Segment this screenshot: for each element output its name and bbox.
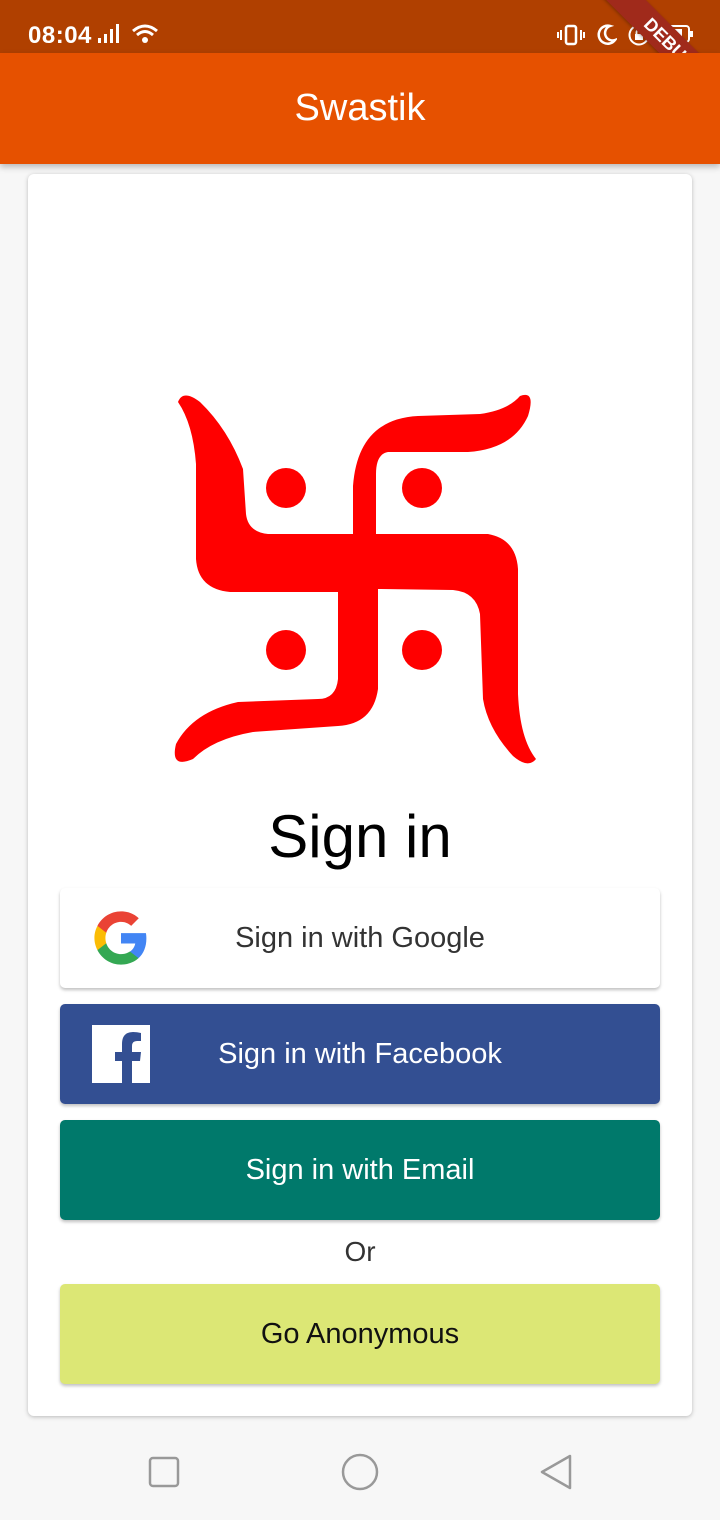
signal-icon xyxy=(98,24,119,43)
anonymous-button-label: Go Anonymous xyxy=(260,1317,460,1350)
vibrate-icon xyxy=(556,24,585,46)
status-time: 08:04 xyxy=(28,22,92,49)
google-button-label: Sign in with Google xyxy=(235,921,485,954)
wifi-icon xyxy=(132,24,159,43)
google-sign-in-button[interactable]: Sign in with Google xyxy=(60,888,660,988)
recent-apps-icon[interactable] xyxy=(144,1452,184,1492)
facebook-button-label: Sign in with Facebook xyxy=(218,1037,502,1070)
moon-icon xyxy=(597,24,618,45)
app-bar: Swastik xyxy=(0,53,720,164)
status-bar: 08:04 xyxy=(0,0,720,53)
or-separator: Or xyxy=(344,1236,376,1267)
swastik-icon xyxy=(174,394,537,764)
facebook-icon xyxy=(92,1025,150,1083)
app-title: Swastik xyxy=(294,87,426,129)
email-button-label: Sign in with Email xyxy=(245,1153,475,1186)
navigation-bar xyxy=(0,1424,720,1520)
sign-in-card: Sign in Sign in with Google Sign in with… xyxy=(28,174,692,1416)
back-icon[interactable] xyxy=(536,1452,576,1492)
google-icon xyxy=(94,911,147,965)
anonymous-sign-in-button[interactable]: Go Anonymous xyxy=(60,1284,660,1384)
sign-in-title: Sign in xyxy=(268,803,452,870)
home-icon[interactable] xyxy=(340,1452,380,1492)
facebook-sign-in-button[interactable]: Sign in with Facebook xyxy=(60,1004,660,1104)
email-sign-in-button[interactable]: Sign in with Email xyxy=(60,1120,660,1220)
